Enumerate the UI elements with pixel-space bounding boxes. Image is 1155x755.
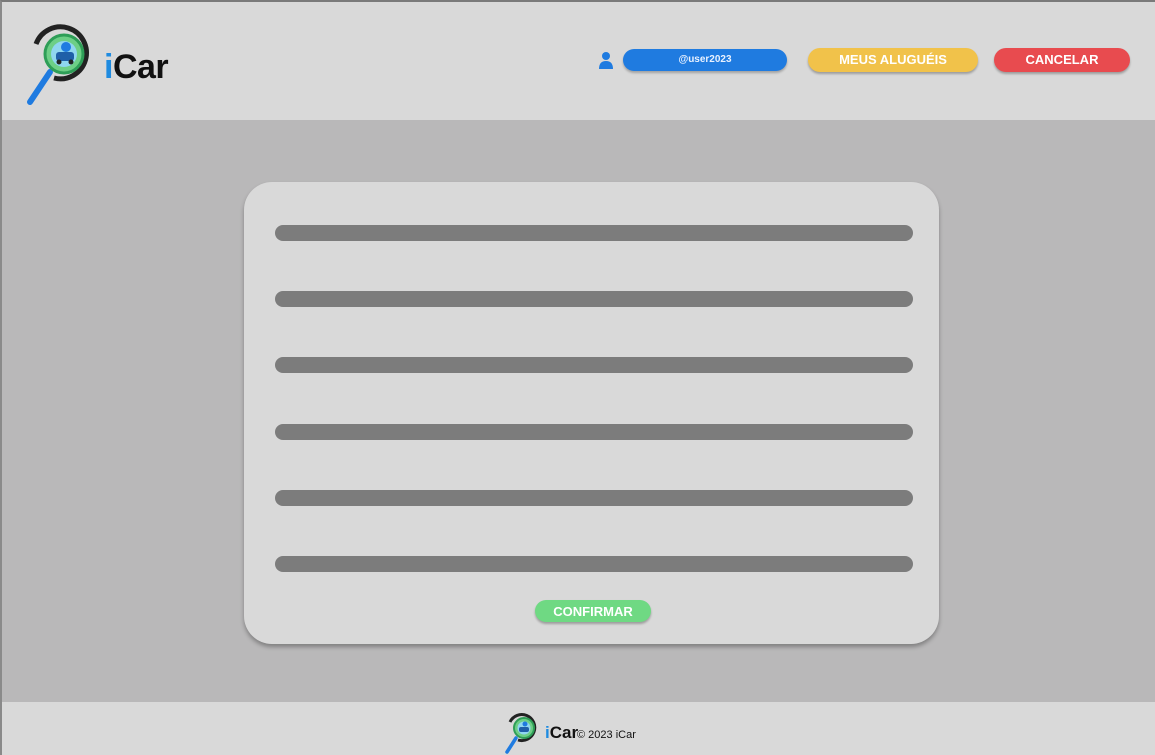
form-field-4[interactable]	[275, 424, 913, 440]
form-field-1[interactable]	[275, 225, 913, 241]
cancel-button[interactable]: CANCELAR	[994, 48, 1130, 72]
footer: iCar © 2023 iCar	[2, 702, 1155, 755]
username-badge[interactable]: @user2023	[623, 49, 787, 71]
brand-name: iCar	[104, 48, 169, 86]
confirm-button[interactable]: CONFIRMAR	[535, 600, 651, 622]
app-logo[interactable]: iCar	[24, 22, 184, 112]
form-field-5[interactable]	[275, 490, 913, 506]
form-card: CONFIRMAR	[244, 182, 939, 644]
header: iCar @user2023 MEUS ALUGUÉIS CANCELAR	[2, 2, 1155, 120]
user-icon	[599, 52, 613, 69]
footer-copyright: © 2023 iCar	[577, 729, 636, 741]
my-rentals-button[interactable]: MEUS ALUGUÉIS	[808, 48, 978, 72]
form-field-2[interactable]	[275, 291, 913, 307]
page: iCar @user2023 MEUS ALUGUÉIS CANCELAR CO…	[0, 0, 1155, 755]
form-field-6[interactable]	[275, 556, 913, 572]
footer-brand-name: iCar	[545, 723, 579, 742]
form-field-3[interactable]	[275, 357, 913, 373]
magnifier-car-logo-icon	[27, 24, 89, 105]
